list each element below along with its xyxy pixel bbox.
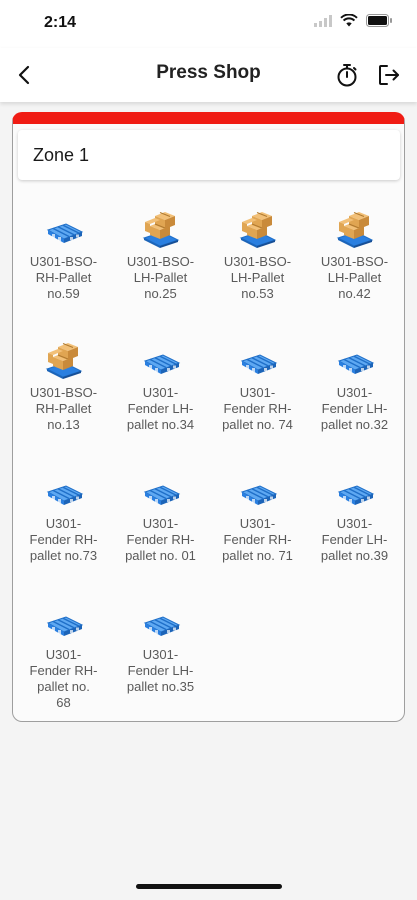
pallet-item[interactable]: U301- Fender LH- pallet no.35 [112,601,209,721]
loaded-pallet-icon [333,208,377,248]
pallet-label: U301- Fender LH- pallet no.34 [126,385,195,432]
zone-card: Zone 1 U301-BSO- RH-Pallet no.59 U301-BSO… [12,112,405,722]
logout-icon [379,65,399,85]
pallet-item[interactable]: U301- Fender RH- pallet no. 68 [15,601,112,721]
pallet-label: U301-BSO- LH-Pallet no.25 [126,254,195,301]
pallet-item[interactable]: U301-BSO- LH-Pallet no.42 [306,208,403,339]
status-bar: 2:14 [0,0,417,48]
loaded-pallet-icon [236,208,280,248]
pallet-item[interactable]: U301- Fender LH- pallet no.34 [112,339,209,470]
pallet-label: U301- Fender RH- pallet no. 68 [29,647,98,710]
stopwatch-icon [337,64,357,87]
pallet-label: U301-BSO- LH-Pallet no.53 [223,254,292,301]
empty-pallet-icon [236,470,280,510]
pallet-item[interactable]: U301-BSO- RH-Pallet no.13 [15,339,112,470]
pallet-label: U301-BSO- RH-Pallet no.13 [29,385,98,432]
pallet-item[interactable]: U301-BSO- RH-Pallet no.59 [15,208,112,339]
wifi-icon [340,14,358,27]
home-indicator [136,884,282,889]
pallet-item[interactable]: U301- Fender RH- pallet no. 71 [209,470,306,601]
pallet-item[interactable]: U301- Fender RH- pallet no. 01 [112,470,209,601]
pallet-label: U301- Fender LH- pallet no.39 [320,516,389,563]
empty-pallet-icon [42,470,86,510]
loaded-pallet-icon [139,208,183,248]
pallet-label: U301-BSO- LH-Pallet no.42 [320,254,389,301]
pallet-item[interactable]: U301- Fender RH- pallet no.73 [15,470,112,601]
empty-pallet-icon [333,339,377,379]
pallet-label: U301- Fender RH- pallet no.73 [29,516,98,563]
empty-pallet-icon [139,601,183,641]
empty-pallet-icon [42,601,86,641]
logout-button[interactable] [375,61,403,89]
zone-header: Zone 1 [18,130,400,180]
pallet-label: U301- Fender LH- pallet no.32 [320,385,389,432]
status-icons [314,14,393,27]
pallet-label: U301- Fender RH- pallet no. 74 [222,385,293,432]
empty-pallet-icon [139,339,183,379]
pallet-label: U301- Fender RH- pallet no. 71 [222,516,293,563]
pallet-item[interactable]: U301-BSO- LH-Pallet no.53 [209,208,306,339]
signal-icon [314,14,332,27]
empty-pallet-icon [236,339,280,379]
status-time: 2:14 [44,14,77,31]
pallet-item[interactable]: U301- Fender RH- pallet no. 74 [209,339,306,470]
battery-icon [366,14,392,27]
pallet-label: U301- Fender LH- pallet no.35 [126,647,195,694]
zone-title: Zone 1 [33,145,90,165]
pallet-item[interactable]: U301- Fender LH- pallet no.39 [306,470,403,601]
empty-pallet-icon [139,470,183,510]
pallet-item[interactable]: U301-BSO- LH-Pallet no.25 [112,208,209,339]
pallet-grid: U301-BSO- RH-Pallet no.59 U301-BSO- LH-Pa… [15,208,403,721]
timer-button[interactable] [333,61,361,89]
loaded-pallet-icon [42,339,86,379]
app-bar: Press Shop [0,48,417,102]
pallet-item[interactable]: U301- Fender LH- pallet no.32 [306,339,403,470]
empty-pallet-icon [42,208,86,248]
pallet-label: U301-BSO- RH-Pallet no.59 [29,254,98,301]
pallet-label: U301- Fender RH- pallet no. 01 [125,516,196,563]
empty-pallet-icon [333,470,377,510]
